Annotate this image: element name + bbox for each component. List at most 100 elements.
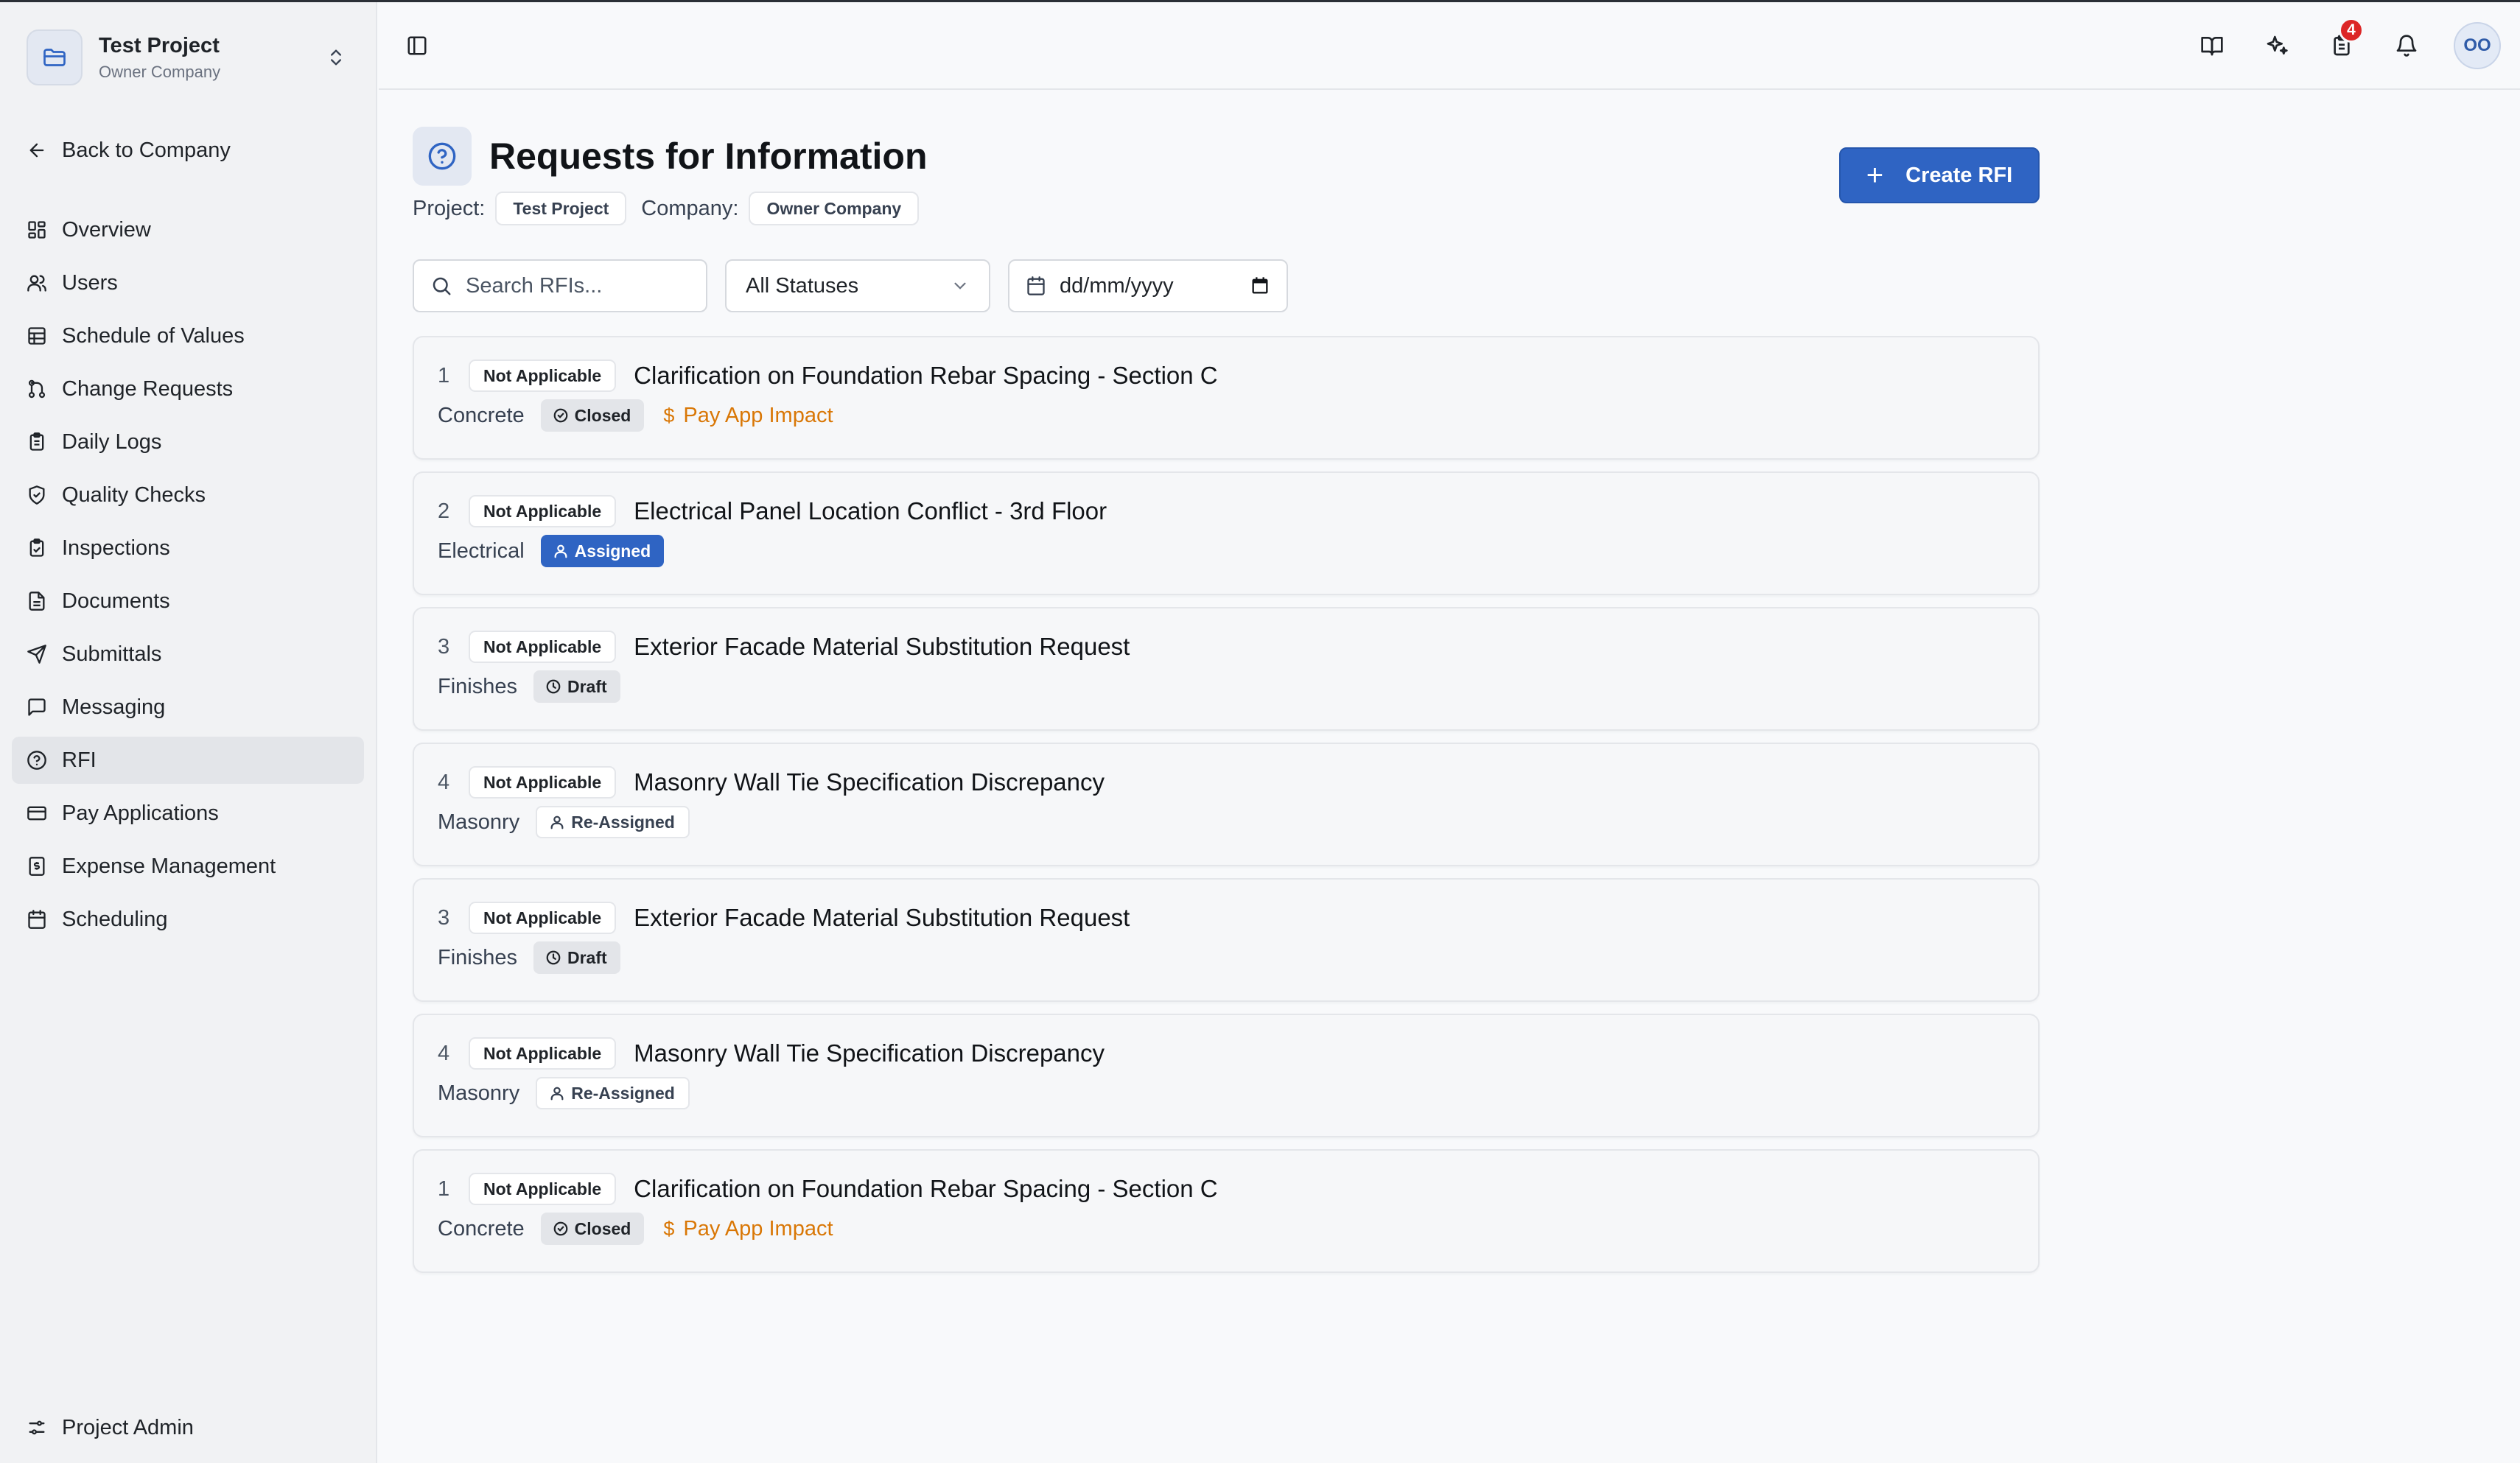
project-admin-label: Project Admin [62,1415,194,1439]
search-field [413,259,707,312]
sidebar-nav: Overview Users Schedule of Values Change… [12,206,364,949]
sidebar-item-rfi[interactable]: RFI [12,737,364,784]
project-admin-link[interactable]: Project Admin [24,1411,194,1444]
folder-icon [27,29,83,85]
grid-icon [24,217,50,243]
rfi-card[interactable]: 1 Not Applicable Clarification on Founda… [413,1149,2040,1273]
applicability-badge: Not Applicable [469,766,617,799]
sparkles-button[interactable] [2249,18,2305,74]
status-badge: Assigned [540,535,665,567]
users-icon [24,270,50,296]
rfi-title: Masonry Wall Tie Specification Discrepan… [634,1039,1105,1067]
sidebar-item-expense-management[interactable]: Expense Management [12,843,364,890]
sidebar-toggle-button[interactable] [401,29,433,62]
sidebar-item-pay-applications[interactable]: Pay Applications [12,790,364,837]
check-circle-icon [553,408,568,423]
sidebar-item-daily-logs[interactable]: Daily Logs [12,418,364,466]
sidebar-item-overview[interactable]: Overview [12,206,364,253]
search-input[interactable] [466,273,687,298]
rfi-category: Finishes [438,945,517,969]
status-label: Re-Assigned [571,812,675,832]
project-switcher[interactable]: Test Project Owner Company [27,28,351,87]
status-badge: Closed [540,1213,645,1245]
rfi-number: 3 [438,905,450,930]
sidebar-item-label: Daily Logs [62,429,162,454]
message-square-icon [24,694,50,720]
rfi-title: Clarification on Foundation Rebar Spacin… [634,1175,1218,1202]
check-circle-icon [553,1221,568,1236]
clock-icon [546,950,561,965]
credit-card-icon [24,800,50,827]
applicability-badge: Not Applicable [469,902,617,934]
sidebar-item-documents[interactable]: Documents [12,578,364,625]
status-label: Assigned [574,541,651,561]
sidebar-item-label: Messaging [62,695,166,719]
user-icon [550,815,564,829]
sidebar-item-label: Documents [62,589,170,613]
status-filter-select[interactable]: All Statuses [725,259,990,312]
sidebar-item-label: Inspections [62,536,170,560]
clipboard-icon [24,429,50,455]
avatar[interactable]: OO [2454,22,2501,69]
sliders-icon [24,1414,50,1441]
calendar-picker-icon[interactable] [1250,276,1270,296]
rfi-number: 2 [438,499,450,523]
sidebar-item-label: RFI [62,748,97,772]
rfi-card[interactable]: 3 Not Applicable Exterior Facade Materia… [413,878,2040,1002]
sidebar-item-label: Schedule of Values [62,323,245,348]
date-filter-input[interactable]: dd/mm/yyyy [1008,259,1288,312]
rfi-number: 3 [438,634,450,659]
notifications-button[interactable] [2379,18,2435,74]
rfi-card[interactable]: 2 Not Applicable Electrical Panel Locati… [413,471,2040,595]
rfi-category: Electrical [438,538,525,563]
rfi-title: Exterior Facade Material Substitution Re… [634,904,1130,931]
tasks-button[interactable]: 4 [2314,18,2370,74]
rfi-category: Concrete [438,403,525,427]
sidebar-item-submittals[interactable]: Submittals [12,631,364,678]
back-to-company-link[interactable]: Back to Company [24,134,231,166]
create-rfi-button[interactable]: + Create RFI [1839,147,2040,203]
pay-impact-indicator: $ Pay App Impact [663,404,833,428]
clipboard-check-icon [24,535,50,561]
sidebar-item-quality-checks[interactable]: Quality Checks [12,471,364,519]
sidebar-item-schedule-of-values[interactable]: Schedule of Values [12,312,364,359]
project-chip: Test Project [495,192,627,225]
book-open-button[interactable] [2184,18,2240,74]
sidebar-item-label: Change Requests [62,376,234,401]
date-filter-placeholder: dd/mm/yyyy [1060,273,1174,298]
notification-count-badge: 4 [2339,18,2364,43]
sidebar-item-inspections[interactable]: Inspections [12,524,364,572]
status-badge: Re-Assigned [536,1077,690,1109]
chevrons-up-down-icon [321,43,351,72]
receipt-icon [24,853,50,880]
pay-impact-label: Pay App Impact [683,1216,833,1241]
rfi-card[interactable]: 4 Not Applicable Masonry Wall Tie Specif… [413,743,2040,866]
sidebar-item-messaging[interactable]: Messaging [12,684,364,731]
status-badge: Draft [533,941,620,974]
calendar-icon [24,906,50,933]
pay-impact-label: Pay App Impact [683,403,833,427]
sidebar-item-users[interactable]: Users [12,259,364,306]
rfi-number: 1 [438,1176,450,1201]
rfi-category: Finishes [438,674,517,698]
help-circle-icon [24,747,50,773]
applicability-badge: Not Applicable [469,359,617,392]
applicability-badge: Not Applicable [469,631,617,663]
rfi-number: 1 [438,363,450,387]
help-circle-icon [413,127,472,186]
sidebar-item-change-requests[interactable]: Change Requests [12,365,364,413]
status-label: Draft [567,947,607,967]
page-meta: Project: Test Project Company: Owner Com… [413,192,934,225]
project-company: Owner Company [99,62,221,81]
shield-check-icon [24,482,50,508]
bell-icon [2396,35,2417,57]
status-label: Draft [567,676,607,696]
status-filter-value: All Statuses [746,273,859,298]
rfi-card[interactable]: 1 Not Applicable Clarification on Founda… [413,336,2040,460]
rfi-card[interactable]: 4 Not Applicable Masonry Wall Tie Specif… [413,1014,2040,1137]
rfi-title: Electrical Panel Location Conflict - 3rd… [634,497,1107,524]
sidebar-item-scheduling[interactable]: Scheduling [12,896,364,943]
sidebar: Test Project Owner Company Back to Compa… [0,0,377,1463]
rfi-card[interactable]: 3 Not Applicable Exterior Facade Materia… [413,607,2040,731]
calendar-icon [1027,276,1045,295]
